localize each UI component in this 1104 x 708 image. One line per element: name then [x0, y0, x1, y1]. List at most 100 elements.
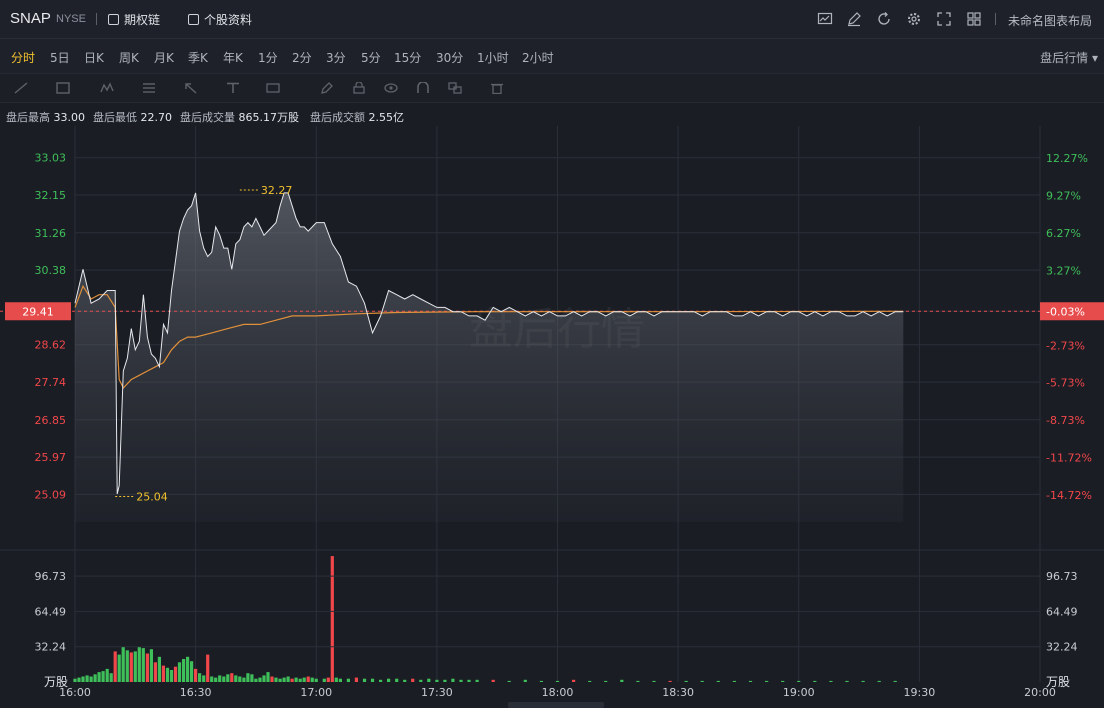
eye-icon[interactable] [384, 82, 398, 94]
price-area [75, 192, 904, 522]
timeframe-tab[interactable]: 年K [223, 49, 243, 66]
volume-bar [73, 678, 77, 682]
timeframe-tab[interactable]: 日K [84, 49, 104, 66]
stat-high-value: 33.00 [53, 111, 86, 124]
timeframe-tab[interactable]: 2小时 [522, 49, 554, 66]
volume-bar [242, 677, 246, 682]
measure-tool-icon[interactable] [266, 82, 280, 94]
magnet-icon[interactable] [416, 82, 430, 94]
volume-bar [210, 676, 214, 682]
volume-bar [270, 676, 274, 682]
price-tick-label: 28.62 [35, 339, 67, 352]
timeframe-tab[interactable]: 2分 [292, 49, 312, 66]
volume-bar [379, 679, 383, 682]
timeframe-tab[interactable]: 3分 [326, 49, 346, 66]
scroll-handle[interactable] [508, 702, 604, 708]
volume-bar [238, 676, 242, 682]
volume-bar [202, 675, 206, 682]
volume-bar [286, 676, 290, 682]
divider [995, 13, 996, 25]
volume-bar [145, 653, 149, 682]
volume-bar [491, 679, 495, 682]
symbol[interactable]: SNAP [10, 10, 51, 27]
trash-icon[interactable] [490, 82, 504, 94]
fib-tool-icon[interactable] [142, 82, 156, 94]
volume-tick-label: 64.49 [35, 605, 67, 618]
layout-grid-icon[interactable] [966, 11, 982, 27]
volume-bar [258, 677, 262, 682]
stat-high-label: 盘后最高 [6, 111, 50, 124]
volume-bar [326, 677, 330, 682]
volume-bar [274, 677, 278, 682]
volume-bar [121, 647, 125, 682]
volume-bar [459, 679, 463, 682]
reference-price-badge: 29.41 [5, 302, 71, 321]
price-tick-label: 25.09 [35, 488, 67, 501]
volume-bar [302, 677, 306, 682]
stat-low: 盘后最低 22.70 [93, 109, 172, 125]
volume-bar [93, 674, 97, 682]
price-chart[interactable]: 盘后行情 33.0332.1531.2630.3828.6227.7426.85… [0, 126, 1104, 708]
volume-bar [194, 668, 198, 682]
timeframe-tab[interactable]: 5日 [50, 49, 70, 66]
stat-volume-value: 865.17万股 [238, 111, 300, 124]
timeframe-tab[interactable]: 季K [188, 49, 208, 66]
timeframe-tab[interactable]: 1小时 [477, 49, 509, 66]
wave-tool-icon[interactable] [100, 82, 114, 94]
link-icon[interactable] [448, 82, 462, 94]
timeframe-tab[interactable]: 周K [119, 49, 139, 66]
volume-bar [141, 648, 145, 682]
indicator-icon[interactable] [817, 11, 833, 27]
volume-bar [157, 656, 161, 682]
trendline-tool-icon[interactable] [14, 82, 28, 94]
volume-bar [604, 680, 608, 682]
volume-bar [403, 679, 407, 682]
stat-amount-value: 2.55亿 [368, 111, 405, 124]
caret-down-icon: ▾ [1091, 51, 1098, 65]
stock-profile-button[interactable]: 个股资料 [188, 11, 252, 28]
volume-bar [322, 678, 326, 682]
exchange: NYSE [56, 13, 86, 25]
volume-bar [861, 680, 865, 682]
layout-name[interactable]: 未命名图表布局 [1008, 12, 1092, 29]
volume-bar [555, 680, 560, 682]
volume-bar [620, 679, 624, 682]
price-axis-left: 33.03 32.15 31.26 30.38 28.62 27.74 26.85 25.97… [35, 152, 67, 502]
volume-bar [451, 678, 455, 682]
timeframe-tab[interactable]: 15分 [394, 49, 421, 66]
volume-bar [173, 666, 178, 682]
timeframe-tab[interactable]: 分时 [11, 49, 35, 66]
percent-tick-label: 3.27% [1046, 264, 1081, 277]
timeframe-tab[interactable]: 30分 [436, 49, 463, 66]
price-tick-label: 30.38 [35, 264, 67, 277]
rectangle-tool-icon[interactable] [56, 82, 70, 94]
edit-icon[interactable] [846, 11, 862, 27]
percent-tick-label: 9.27% [1046, 190, 1081, 203]
session-select[interactable]: 盘后行情 ▾ [1040, 49, 1098, 66]
arrow-tool-icon[interactable] [184, 82, 198, 94]
volume-bar [250, 674, 254, 682]
pencil-icon[interactable] [320, 82, 334, 94]
volume-bar [298, 678, 302, 682]
timeframe-tab[interactable]: 月K [154, 49, 174, 66]
volume-bar [419, 679, 423, 682]
volume-bar [169, 670, 174, 682]
timeframe-tab[interactable]: 5分 [361, 49, 381, 66]
percent-tick-label: 6.27% [1046, 227, 1081, 240]
volume-bar [700, 680, 704, 682]
gear-icon[interactable] [906, 11, 922, 27]
price-tick-label: 32.15 [35, 189, 67, 202]
price-tick-label: 26.85 [35, 414, 67, 427]
fullscreen-icon[interactable] [936, 11, 952, 27]
options-chain-button[interactable]: 期权链 [108, 11, 160, 28]
text-tool-icon[interactable] [226, 82, 240, 94]
volume-bar [572, 679, 576, 682]
price-tick-label: 31.26 [35, 227, 67, 240]
lock-icon[interactable] [352, 82, 366, 94]
volume-bar [113, 651, 117, 682]
volume-bar [101, 671, 105, 682]
timeframe-tab[interactable]: 1分 [258, 49, 278, 66]
volume-bar [282, 677, 286, 682]
low-mark-label: 25.04 [136, 491, 168, 504]
refresh-icon[interactable] [876, 11, 892, 27]
